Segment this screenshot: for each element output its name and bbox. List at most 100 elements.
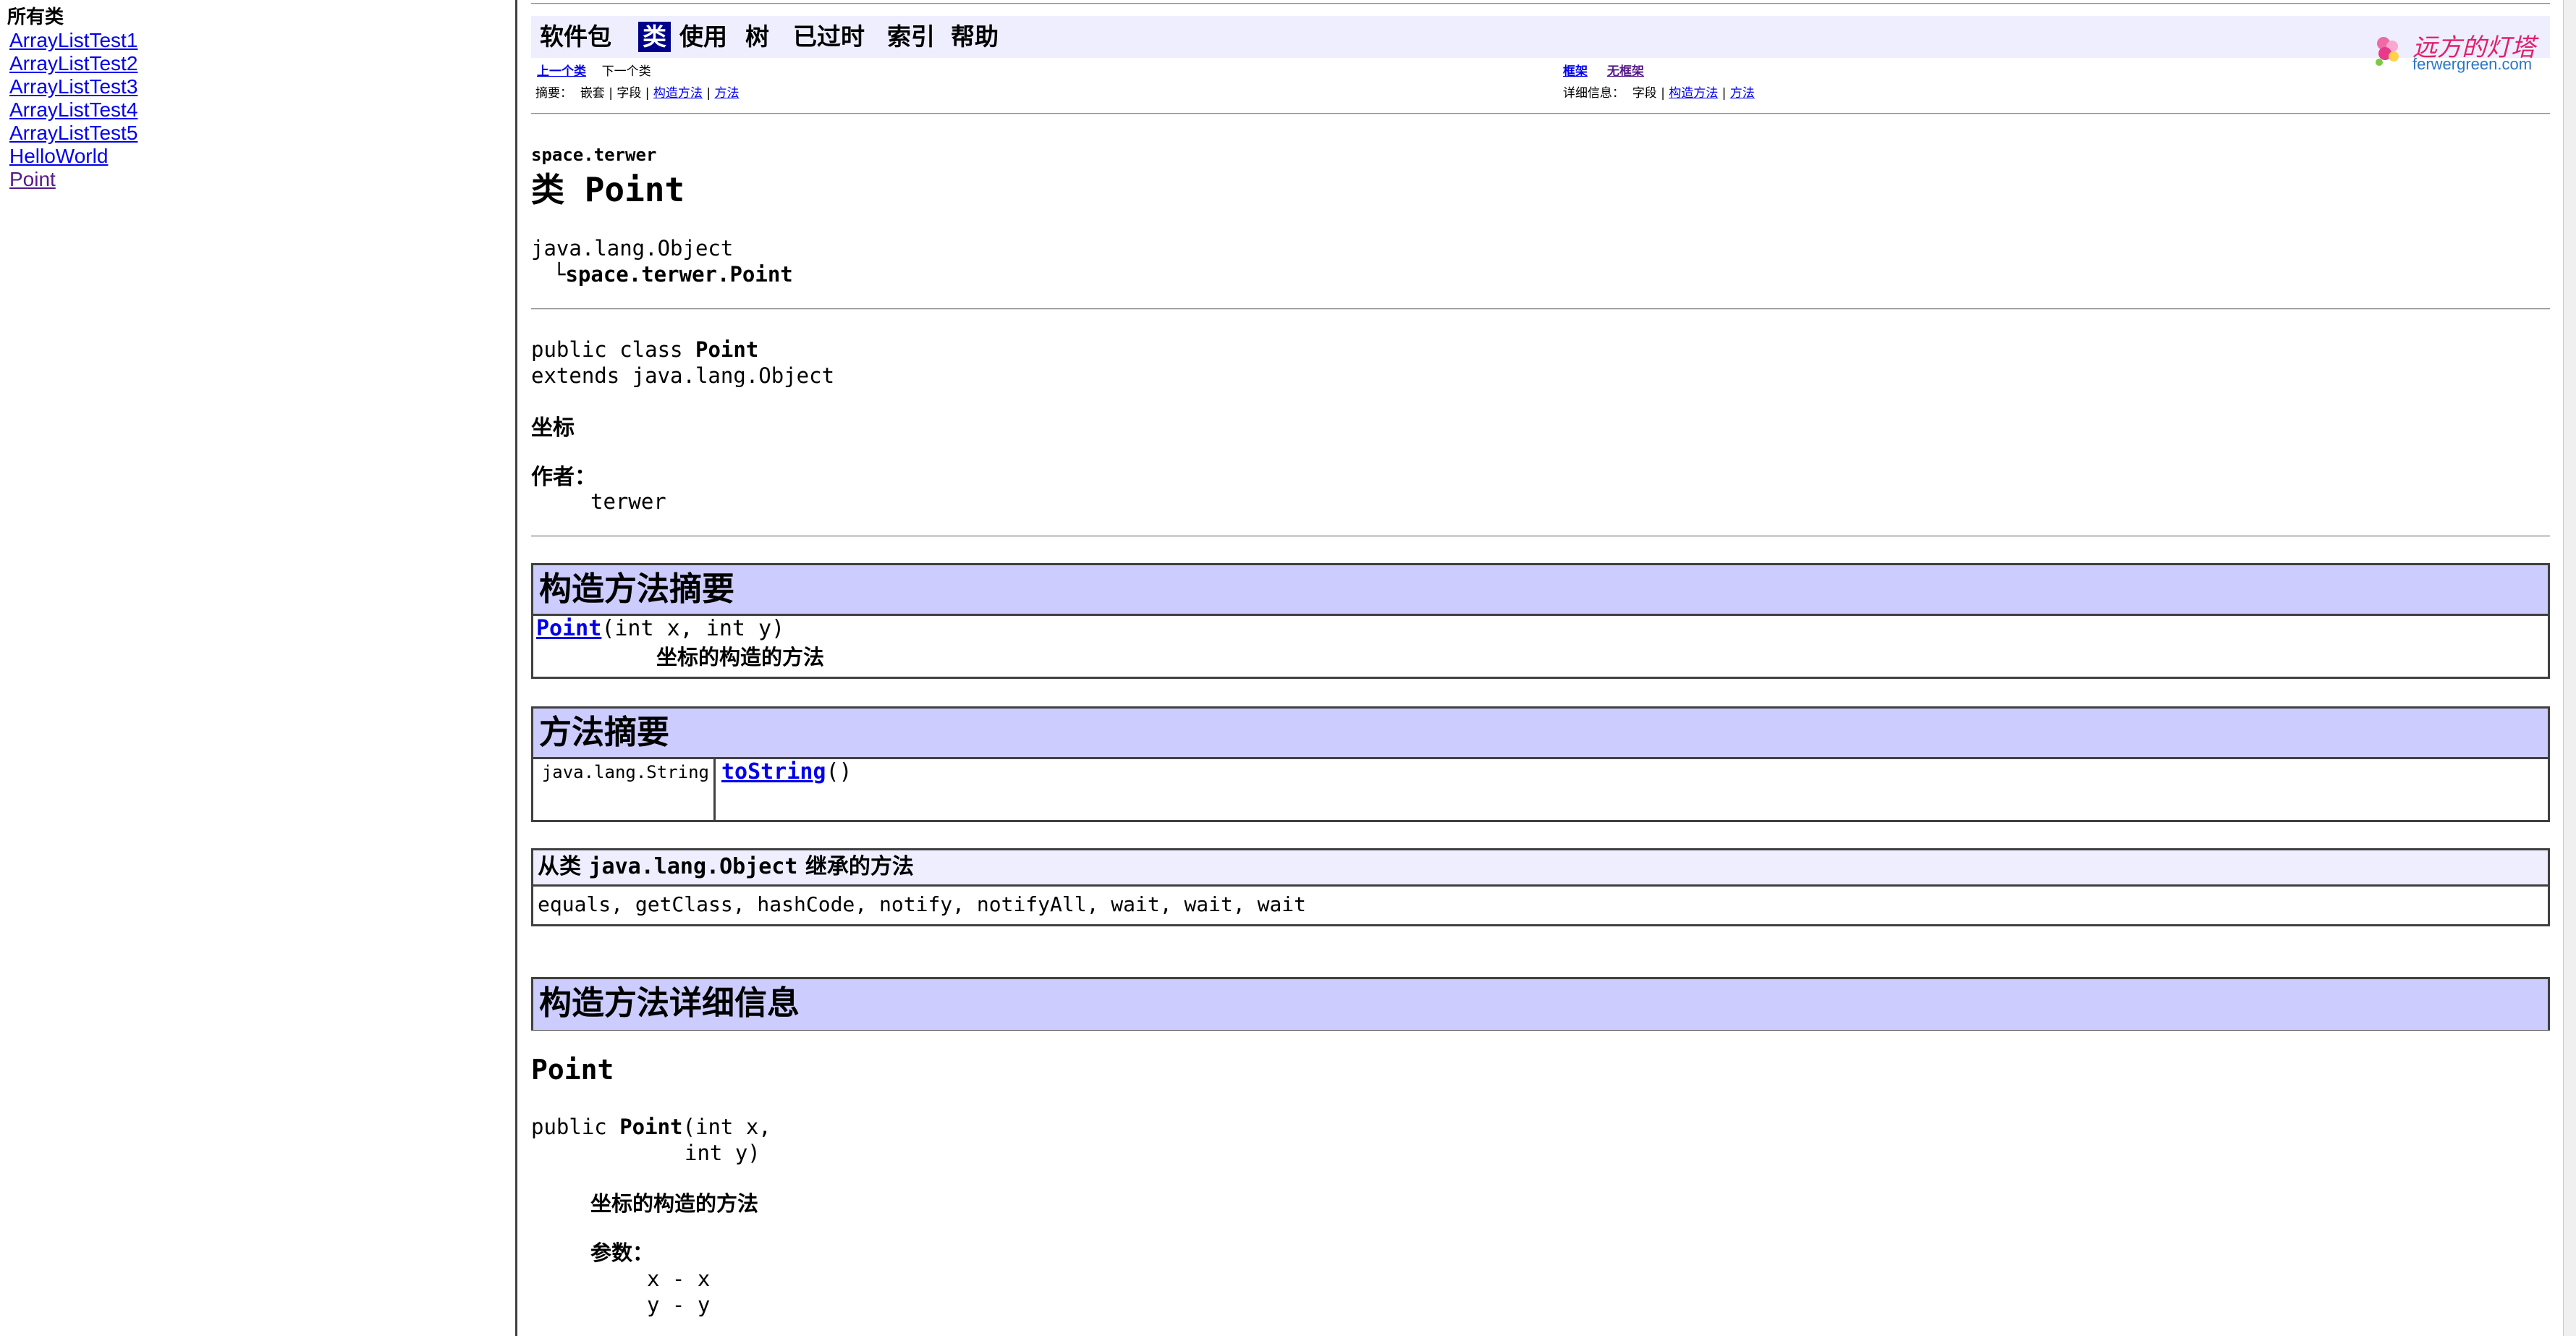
logo-text-en: ferwergreen.com	[2412, 55, 2533, 73]
vertical-scrollbar[interactable]	[2563, 0, 2576, 1336]
inherited-suffix: 继承的方法	[797, 854, 914, 879]
summary-nested: 嵌套	[580, 86, 605, 101]
class-link[interactable]: ArrayListTest2	[9, 52, 137, 75]
noframes-link[interactable]: 无框架	[1607, 64, 1644, 79]
tree-connector: └	[553, 262, 566, 287]
params-label: 参数：	[590, 1240, 654, 1265]
method-link[interactable]: toString	[721, 759, 826, 785]
subnav-prev-next: 上一个类 下一个类	[537, 61, 651, 79]
decl-prefix: public class	[531, 337, 695, 362]
nav-tree[interactable]: 树	[741, 22, 774, 52]
divider	[531, 536, 2550, 537]
method-summary-table: 方法摘要 java.lang.String toString()	[531, 706, 2550, 822]
separator: |	[609, 86, 613, 101]
inherited-methods-row: equals, getClass, hashCode, notify, noti…	[533, 887, 2548, 924]
frames-link[interactable]: 框架	[1563, 64, 1588, 79]
top-navbar: 软件包 类 使用 树 已过时 索引 帮助 远方的灯塔 ferwergreen.c…	[531, 16, 2550, 73]
class-link-arraylisttest3: ArrayListTest3	[9, 75, 137, 98]
summary-label: 摘要：	[535, 86, 572, 101]
inheritance-child-name: space.terwer.Point	[565, 262, 793, 287]
inherited-methods-heading: 从类 java.lang.Object 继承的方法	[533, 850, 2548, 887]
detail-method-link[interactable]: 方法	[1730, 86, 1755, 101]
nav-use[interactable]: 使用	[675, 22, 732, 52]
constructor-detail-description: 坐标的构造的方法	[590, 1191, 759, 1216]
return-type: java.lang.String	[541, 762, 709, 782]
divider	[531, 113, 2550, 114]
class-link[interactable]: ArrayListTest5	[9, 122, 137, 144]
constructor-summary-row: Point(int x, int y) 坐标的构造的方法	[533, 616, 2548, 677]
class-declaration: public class Point	[531, 337, 758, 362]
constructor-link[interactable]: Point	[536, 616, 601, 641]
separator: |	[1721, 86, 1726, 101]
method-summary-heading: 方法摘要	[533, 709, 2548, 759]
inheritance-root: java.lang.Object	[531, 236, 734, 261]
summary-method-link[interactable]: 方法	[714, 86, 739, 101]
nav-package[interactable]: 软件包	[535, 22, 616, 52]
divider	[531, 308, 2550, 310]
class-doc-frame: 软件包 类 使用 树 已过时 索引 帮助 远方的灯塔 ferwergreen.c…	[520, 0, 2563, 1336]
constructor-summary-table: 构造方法摘要 Point(int x, int y) 坐标的构造的方法	[531, 563, 2550, 679]
class-description: 坐标	[531, 415, 575, 441]
class-link-arraylisttest4: ArrayListTest4	[9, 98, 137, 122]
class-link-arraylisttest1: ArrayListTest1	[9, 29, 137, 52]
separator: |	[645, 86, 650, 101]
detail-field: 字段	[1632, 86, 1657, 101]
class-link-helloworld: HelloWorld	[9, 145, 137, 168]
class-list-frame: 所有类 ArrayListTest1 ArrayListTest2 ArrayL…	[0, 0, 517, 1336]
constructor-description: 坐标的构造的方法	[656, 645, 825, 669]
class-link[interactable]: Point	[9, 168, 56, 190]
subnav-frames: 框架 无框架	[1563, 61, 1644, 79]
separator: |	[1661, 86, 1665, 101]
inheritance-child: └space.terwer.Point	[553, 262, 793, 287]
param-x: x - x	[647, 1267, 711, 1291]
package-name: space.terwer	[531, 145, 657, 165]
sig-line2: int y)	[685, 1141, 760, 1165]
inherited-methods-table: 从类 java.lang.Object 继承的方法 equals, getCla…	[531, 848, 2550, 926]
method-params: ()	[826, 759, 852, 785]
class-link-arraylisttest2: ArrayListTest2	[9, 52, 137, 75]
class-list: ArrayListTest1 ArrayListTest2 ArrayListT…	[9, 29, 137, 191]
sig-prefix: public	[531, 1115, 620, 1139]
constructor-detail-name: Point	[531, 1054, 614, 1086]
summary-field: 字段	[617, 86, 642, 101]
inherited-methods-list: equals, getClass, hashCode, notify, noti…	[538, 892, 1307, 916]
author-value: terwer	[590, 489, 666, 514]
nav-class: 类	[638, 22, 671, 52]
param-y: y - y	[647, 1293, 711, 1317]
constructor-detail-table: 构造方法详细信息	[531, 977, 2550, 1031]
summary-constructor-link[interactable]: 构造方法	[653, 86, 703, 101]
page-title: 类 Point	[531, 170, 685, 209]
class-link[interactable]: ArrayListTest1	[9, 29, 137, 51]
nav-help[interactable]: 帮助	[946, 22, 1003, 52]
detail-constructor-link[interactable]: 构造方法	[1669, 86, 1718, 101]
next-class-label: 下一个类	[601, 64, 651, 79]
decl-name: Point	[695, 337, 759, 362]
divider	[531, 3, 2550, 4]
constructor-params: (int x, int y)	[601, 616, 785, 641]
class-link-point: Point	[9, 168, 137, 191]
flower-logo-icon	[2376, 37, 2399, 66]
sig-name: Point	[619, 1115, 683, 1139]
detail-label: 详细信息：	[1563, 86, 1624, 101]
class-link-arraylisttest5: ArrayListTest5	[9, 122, 137, 145]
method-signature: toString()	[721, 759, 852, 785]
subnav-detail: 详细信息： 字段 | 构造方法 | 方法	[1563, 83, 1755, 101]
class-link[interactable]: ArrayListTest3	[9, 75, 137, 98]
inherited-class: java.lang.Object	[588, 854, 798, 879]
inherited-prefix: 从类	[538, 854, 589, 879]
class-link[interactable]: HelloWorld	[9, 145, 108, 167]
subnav-summary: 摘要： 嵌套 | 字段 | 构造方法 | 方法	[535, 83, 739, 101]
return-type-cell: java.lang.String	[533, 759, 716, 820]
constructor-summary-heading: 构造方法摘要	[533, 565, 2548, 616]
prev-class-link[interactable]: 上一个类	[537, 64, 586, 79]
constructor-detail-heading: 构造方法详细信息	[533, 979, 2548, 1030]
class-link[interactable]: ArrayListTest4	[9, 98, 137, 121]
nav-deprecated[interactable]: 已过时	[789, 22, 869, 52]
constructor-signature: Point(int x, int y)	[536, 616, 784, 641]
sig-line1: (int x,	[682, 1115, 771, 1139]
separator: |	[706, 86, 711, 101]
author-label: 作者：	[531, 465, 596, 490]
constructor-detail-signature: public Point(int x,	[531, 1115, 771, 1139]
site-logo: 远方的灯塔 ferwergreen.com	[2369, 28, 2550, 73]
nav-index[interactable]: 索引	[883, 22, 939, 52]
